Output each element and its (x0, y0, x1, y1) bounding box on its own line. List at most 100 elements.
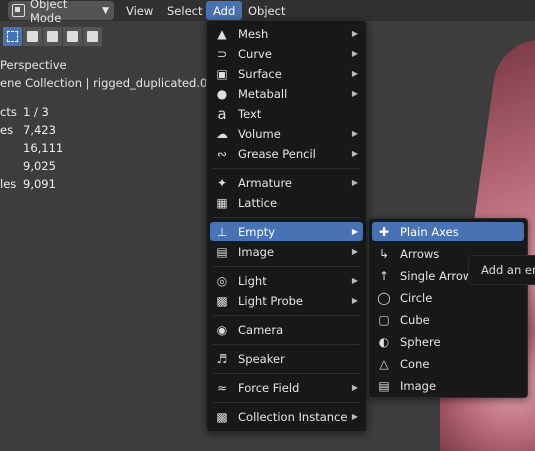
submenu-arrow-icon: ▶ (351, 89, 358, 98)
menu-item-label: Image (238, 244, 275, 259)
image-icon: ▤ (378, 378, 390, 393)
armature-icon: ✦ (216, 175, 228, 190)
collection-name: ene Collection | rigged_duplicated.001 (0, 76, 222, 90)
menu-item-label: Armature (238, 175, 292, 190)
submenu-item-label: Cube (400, 312, 430, 327)
menu-separator (213, 315, 360, 316)
menu-item-label: Collection Instance (238, 409, 348, 424)
menu-item-speaker[interactable]: ♬ Speaker (210, 349, 363, 368)
menu-item-label: Text (238, 106, 262, 121)
volume-icon: ☁ (216, 126, 228, 141)
menu-item-surface[interactable]: ▣ Surface ▶ (210, 64, 363, 83)
select-difference-button[interactable] (63, 27, 82, 46)
submenu-item-image[interactable]: ▤ Image (372, 376, 524, 395)
menu-item-collection-instance[interactable]: ▩ Collection Instance ▶ (210, 407, 363, 426)
menu-item-camera[interactable]: ◉ Camera (210, 320, 363, 339)
stat-label (0, 141, 23, 155)
menu-item-armature[interactable]: ✦ Armature ▶ (210, 173, 363, 192)
menu-separator (213, 373, 360, 374)
menu-item-mesh[interactable]: ▲ Mesh ▶ (210, 24, 363, 43)
camera-icon: ◉ (216, 322, 228, 337)
menu-item-label: Force Field (238, 380, 300, 395)
menu-item-label: Camera (238, 322, 284, 337)
sphere-icon: ◐ (378, 334, 390, 349)
image-icon: ▤ (216, 244, 228, 259)
select-subtract-button[interactable] (43, 27, 62, 46)
menu-item-label: Light (238, 273, 267, 288)
menu-view[interactable]: View (119, 1, 160, 20)
submenu-item-label: Plain Axes (400, 224, 459, 239)
submenu-item-label: Cone (400, 356, 430, 371)
submenu-arrow-icon: ▶ (351, 178, 358, 187)
menu-item-empty[interactable]: ⊥ Empty ▶ (210, 222, 363, 241)
submenu-arrow-icon: ▶ (351, 412, 358, 421)
submenu-arrow-icon: ▶ (351, 29, 358, 38)
light-icon: ◎ (216, 273, 228, 288)
menu-item-metaball[interactable]: ● Metaball ▶ (210, 84, 363, 103)
menu-item-label: Surface (238, 66, 282, 81)
menu-separator (213, 168, 360, 169)
tooltip: Add an em (468, 255, 535, 285)
stat-edges: 16,111 (0, 141, 63, 155)
submenu-item-label: Single Arrow (400, 268, 473, 283)
select-extend-icon (27, 31, 38, 42)
stat-value: 16,111 (23, 141, 64, 155)
menu-item-grease-pencil[interactable]: ∾ Grease Pencil ▶ (210, 144, 363, 163)
stat-vertices: es 7,423 (0, 123, 56, 137)
submenu-item-label: Arrows (400, 246, 440, 261)
menu-item-light-probe[interactable]: ▩ Light Probe ▶ (210, 291, 363, 310)
menu-separator (213, 402, 360, 403)
plain-axes-icon: ✚ (378, 224, 390, 239)
submenu-arrow-icon: ▶ (351, 69, 358, 78)
menu-item-light[interactable]: ◎ Light ▶ (210, 271, 363, 290)
select-intersect-icon (87, 31, 98, 42)
stat-value: 9,091 (23, 177, 56, 191)
submenu-arrow-icon: ▶ (351, 296, 358, 305)
menu-item-image[interactable]: ▤ Image ▶ (210, 242, 363, 261)
cone-icon: △ (379, 356, 389, 371)
circle-icon: ◯ (377, 290, 391, 305)
menu-item-text[interactable]: a Text (210, 104, 363, 123)
submenu-item-plain-axes[interactable]: ✚ Plain Axes (372, 222, 524, 241)
select-intersect-button[interactable] (83, 27, 102, 46)
select-mode-buttons (3, 27, 103, 46)
submenu-item-cube[interactable]: ▢ Cube (372, 310, 524, 329)
menu-item-label: Light Probe (238, 293, 303, 308)
menu-item-force-field[interactable]: ≈ Force Field ▶ (210, 378, 363, 397)
text-icon: a (217, 104, 227, 123)
menu-item-label: Mesh (238, 26, 269, 41)
submenu-item-circle[interactable]: ◯ Circle (372, 288, 524, 307)
submenu-arrow-icon: ▶ (351, 227, 358, 236)
menu-item-label: Grease Pencil (238, 146, 316, 161)
stat-label: les (0, 177, 17, 191)
menu-item-lattice[interactable]: ▦ Lattice (210, 193, 363, 212)
menu-item-curve[interactable]: ⊃ Curve ▶ (210, 44, 363, 63)
single-arrow-icon: ↑ (378, 268, 390, 283)
select-difference-icon (67, 31, 78, 42)
submenu-item-label: Image (400, 378, 437, 393)
stat-value: 9,025 (23, 159, 56, 173)
surface-icon: ▣ (216, 66, 228, 81)
menu-item-label: Volume (238, 126, 281, 141)
lattice-icon: ▦ (216, 195, 228, 210)
submenu-item-cone[interactable]: △ Cone (372, 354, 524, 373)
menu-item-label: Metaball (238, 86, 288, 101)
submenu-arrow-icon: ▶ (351, 383, 358, 392)
select-extend-button[interactable] (23, 27, 42, 46)
submenu-arrow-icon: ▶ (351, 247, 358, 256)
force-field-icon: ≈ (216, 380, 228, 395)
submenu-item-sphere[interactable]: ◐ Sphere (372, 332, 524, 351)
menu-separator (213, 344, 360, 345)
stat-value: 7,423 (23, 123, 56, 137)
menu-item-volume[interactable]: ☁ Volume ▶ (210, 124, 363, 143)
mode-label: Object Mode (29, 0, 68, 25)
arrows-icon: ↳ (378, 246, 390, 261)
menu-separator (213, 217, 360, 218)
mode-selector[interactable]: Object Mode ▼ (8, 0, 114, 25)
menu-item-label: Lattice (238, 195, 278, 210)
menu-object[interactable]: Object (241, 1, 292, 20)
menu-add[interactable]: Add (206, 1, 243, 20)
select-new-button[interactable] (3, 27, 22, 46)
menu-select[interactable]: Select (160, 1, 209, 20)
stat-objects: cts 1 / 3 (0, 105, 49, 119)
